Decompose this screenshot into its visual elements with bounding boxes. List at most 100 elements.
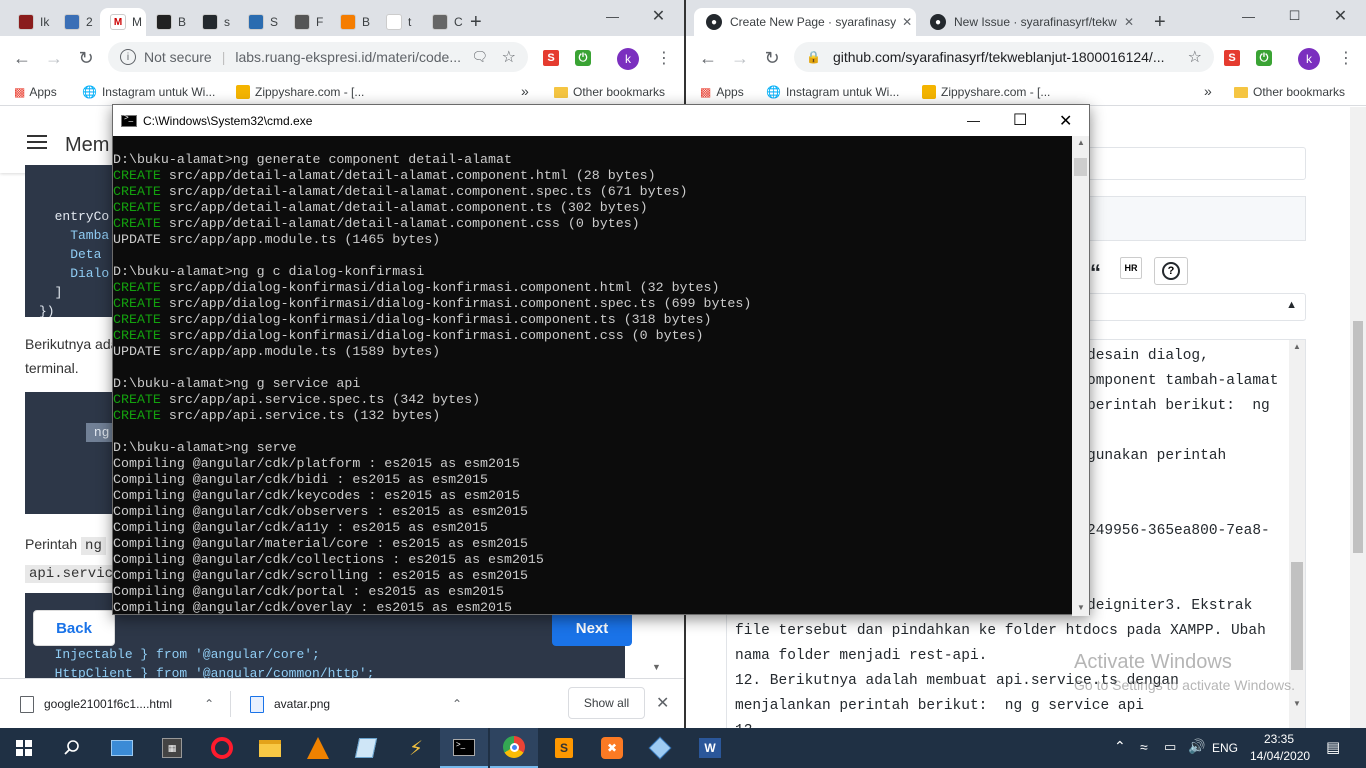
chevron-up-icon[interactable]: ⌃: [452, 697, 462, 711]
bookmark-star-icon[interactable]: ☆: [502, 47, 516, 67]
cmd-line: D:\buku-alamat>ng g c dialog-konfirmasi: [113, 264, 425, 279]
cmd-line: Compiling @angular/cdk/platform : es2015…: [113, 456, 520, 471]
close-tab-icon[interactable]: ✕: [1118, 15, 1140, 29]
vlc-icon[interactable]: [294, 728, 342, 768]
translate-icon[interactable]: 🗨: [471, 49, 488, 65]
close-downloads-icon[interactable]: ✕: [656, 693, 669, 713]
other-bookmarks[interactable]: Other bookmarks: [1234, 85, 1345, 99]
close-window-button[interactable]: ✕: [1059, 111, 1072, 131]
cmd-scrollbar[interactable]: ▲ ▼: [1072, 136, 1089, 616]
task-view-icon[interactable]: [98, 728, 146, 768]
info-icon[interactable]: i: [120, 49, 136, 65]
tab-create-new-page[interactable]: ● Create New Page · syarafinasy ✕: [694, 8, 916, 36]
opera-icon[interactable]: [198, 728, 246, 768]
help-icon[interactable]: ?: [1154, 257, 1188, 285]
minimize-button[interactable]: —: [590, 0, 635, 32]
address-bar[interactable]: i Not secure | labs.ruang-ekspresi.id/ma…: [108, 42, 528, 72]
tool-icon[interactable]: ⚡: [392, 728, 440, 768]
back-arrow-icon[interactable]: ←: [10, 46, 34, 70]
windows-start-icon[interactable]: [0, 728, 48, 768]
bookmarks-overflow[interactable]: »: [521, 83, 529, 99]
file-explorer-icon[interactable]: [246, 728, 294, 768]
bookmark-instagram[interactable]: 🌐 Instagram untuk Wi...: [82, 85, 215, 99]
maximize-button[interactable]: ☐: [1013, 110, 1027, 130]
chevron-up-icon[interactable]: ⌃: [204, 697, 214, 711]
editor-scrollbar[interactable]: ▲ ▼: [1289, 340, 1305, 728]
address-bar[interactable]: 🔒 github.com/syarafinasyrf/tekweblanjut-…: [794, 42, 1214, 72]
left-tab-strip: Ik 2 M M Bs S F Bt C + — ✕: [0, 0, 684, 36]
minimize-button[interactable]: —: [1226, 0, 1271, 32]
reload-icon[interactable]: ↻: [74, 46, 98, 70]
apps-bookmark[interactable]: ▩ Apps: [700, 85, 744, 99]
minimize-button[interactable]: —: [967, 113, 980, 128]
hamburger-menu-icon[interactable]: [27, 135, 47, 149]
profile-avatar[interactable]: k: [1298, 48, 1320, 70]
bookmark-instagram[interactable]: 🌐 Instagram untuk Wi...: [766, 85, 899, 99]
bookmark-star-icon[interactable]: ☆: [1188, 47, 1202, 67]
cmd-line: [113, 248, 1073, 264]
quote-icon[interactable]: “: [1090, 260, 1101, 286]
left-tab-4[interactable]: B: [146, 8, 192, 36]
left-tab-9[interactable]: t: [376, 8, 422, 36]
left-toolbar: ← → ↻ i Not secure | labs.ruang-ekspresi…: [0, 36, 684, 80]
left-tab-7[interactable]: F: [284, 8, 330, 36]
menu-kebab-icon[interactable]: ⋮: [1338, 48, 1354, 68]
left-tab-8[interactable]: B: [330, 8, 376, 36]
tab-new-issue[interactable]: ● New Issue · syarafinasyrf/tekw ✕: [918, 8, 1140, 36]
notifications-icon[interactable]: ▤: [1326, 738, 1340, 756]
new-tab-icon[interactable]: +: [470, 12, 482, 32]
left-tab-6[interactable]: S: [238, 8, 284, 36]
power-icon[interactable]: ▭: [1164, 739, 1176, 755]
back-button[interactable]: Back: [33, 610, 115, 646]
close-window-button[interactable]: ✕: [636, 0, 681, 32]
page-scrollbar-arrow-icon[interactable]: ▼: [652, 662, 661, 672]
menu-kebab-icon[interactable]: ⋮: [656, 48, 672, 68]
forward-arrow-icon[interactable]: →: [42, 46, 66, 70]
left-tab-10[interactable]: C: [422, 8, 468, 36]
close-window-button[interactable]: ✕: [1318, 0, 1363, 32]
sublime-icon[interactable]: S: [540, 728, 588, 768]
volume-icon[interactable]: 🔊: [1188, 738, 1205, 755]
maximize-button[interactable]: ☐: [1272, 0, 1317, 32]
virtualbox-icon[interactable]: [636, 728, 684, 768]
extension-s-icon[interactable]: S: [1224, 50, 1240, 66]
clock-date[interactable]: 14/04/2020: [1250, 749, 1310, 763]
apps-bookmark[interactable]: ▩ Apps: [14, 85, 57, 99]
show-all-button[interactable]: Show all: [568, 687, 645, 719]
left-tab-2[interactable]: 2: [54, 8, 100, 36]
extension-power-icon[interactable]: ⏻: [575, 50, 591, 66]
cmd-taskbar-icon[interactable]: >_: [440, 728, 488, 768]
close-tab-icon[interactable]: ✕: [896, 15, 916, 29]
reload-icon[interactable]: ↻: [760, 46, 784, 70]
bookmark-zippyshare[interactable]: Zippyshare.com - [...: [236, 85, 364, 99]
left-tab-1[interactable]: Ik: [8, 8, 54, 36]
other-bookmarks[interactable]: Other bookmarks: [554, 85, 665, 99]
extension-s-icon[interactable]: S: [543, 50, 559, 66]
forward-arrow-icon[interactable]: →: [728, 46, 752, 70]
download-item-png[interactable]: avatar.png ⌃: [250, 679, 462, 728]
calculator-icon[interactable]: ▦: [148, 728, 196, 768]
new-tab-icon[interactable]: +: [1154, 12, 1166, 32]
extension-power-icon[interactable]: ⏻: [1256, 50, 1272, 66]
cmd-output[interactable]: D:\buku-alamat>ng generate component det…: [113, 136, 1073, 616]
profile-avatar[interactable]: k: [617, 48, 639, 70]
bookmark-zippyshare[interactable]: Zippyshare.com - [...: [922, 85, 1050, 99]
chrome-taskbar-icon[interactable]: [490, 728, 538, 768]
network-icon[interactable]: ≈: [1140, 739, 1148, 755]
bookmarks-overflow[interactable]: »: [1204, 83, 1212, 99]
download-item-html[interactable]: google21001f6c1....html ⌃: [20, 679, 214, 728]
cmd-titlebar: >_ C:\Windows\System32\cmd.exe — ☐ ✕: [113, 105, 1089, 136]
word-icon[interactable]: W: [686, 728, 734, 768]
xampp-icon[interactable]: ✖: [588, 728, 636, 768]
clock-time[interactable]: 23:35: [1264, 732, 1294, 746]
input-language[interactable]: ENG: [1212, 741, 1238, 755]
lock-icon[interactable]: 🔒: [806, 50, 821, 64]
horizontal-rule-icon[interactable]: HR: [1120, 257, 1142, 279]
left-tab-5[interactable]: s: [192, 8, 238, 36]
search-icon[interactable]: [48, 728, 96, 768]
chevron-up-icon[interactable]: ⌃: [1114, 738, 1126, 755]
page-scrollbar[interactable]: [1350, 107, 1366, 728]
back-arrow-icon[interactable]: ←: [696, 46, 720, 70]
notepad-icon[interactable]: [342, 728, 390, 768]
left-tab-3[interactable]: MM: [100, 8, 146, 36]
